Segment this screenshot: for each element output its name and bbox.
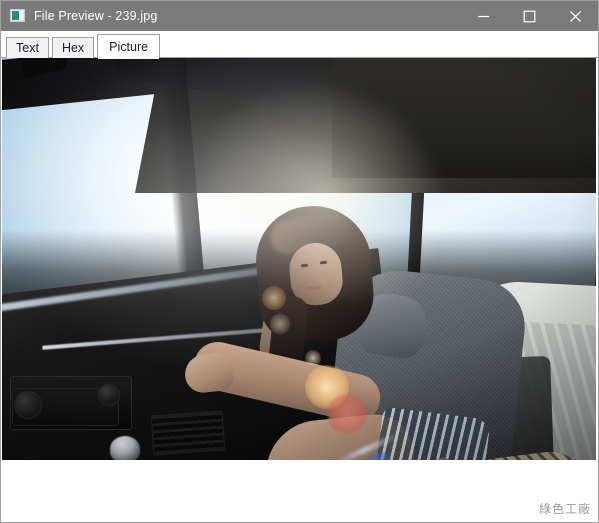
photo-image xyxy=(2,58,596,460)
tab-text[interactable]: Text xyxy=(6,37,49,58)
picture-file-icon xyxy=(10,8,26,24)
maximize-button[interactable] xyxy=(506,1,552,31)
close-button[interactable] xyxy=(552,1,598,31)
tab-hex[interactable]: Hex xyxy=(51,37,95,58)
title-bar[interactable]: File Preview - 239.jpg xyxy=(1,1,598,31)
tab-strip: Text Hex Picture xyxy=(1,31,598,59)
window-controls xyxy=(460,1,598,31)
tab-hex-label: Hex xyxy=(61,40,85,55)
tab-picture[interactable]: Picture xyxy=(97,34,161,59)
tab-text-label: Text xyxy=(16,40,39,55)
minimize-button[interactable] xyxy=(460,1,506,31)
picture-preview xyxy=(2,58,596,460)
watermark: 綠色工廠 xyxy=(538,502,591,516)
preview-content: 綠色工廠 xyxy=(1,58,598,522)
tab-picture-label: Picture xyxy=(109,39,149,54)
file-preview-window: File Preview - 239.jpg Text Hex Picture … xyxy=(0,0,599,523)
window-title: File Preview - 239.jpg xyxy=(34,9,158,23)
